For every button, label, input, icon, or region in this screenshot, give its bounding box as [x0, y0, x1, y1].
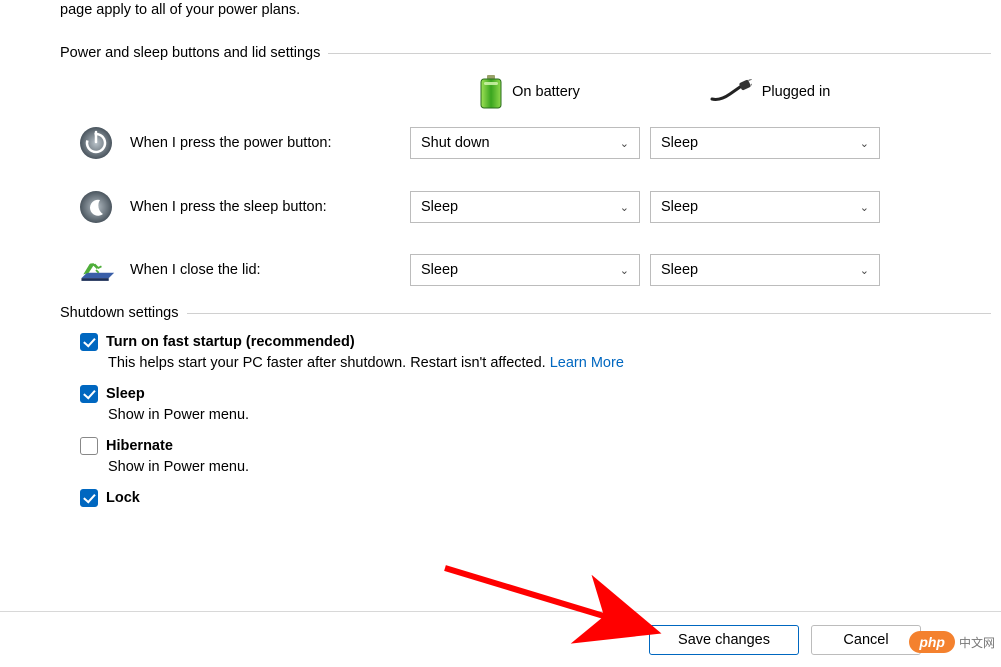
- checkbox-lock[interactable]: [80, 489, 98, 507]
- chevron-down-icon: ⌄: [860, 264, 869, 277]
- sleep-button-icon: [76, 189, 116, 225]
- dropdown-sleep-plugged[interactable]: Sleep ⌄: [650, 191, 880, 223]
- close-lid-icon: [76, 253, 116, 287]
- chevron-down-icon: ⌄: [620, 201, 629, 214]
- checkbox-hibernate[interactable]: [80, 437, 98, 455]
- plug-icon: [710, 79, 752, 105]
- chevron-down-icon: ⌄: [620, 264, 629, 277]
- section-rule: [187, 313, 992, 314]
- item-description: This helps start your PC faster after sh…: [108, 355, 1001, 371]
- section-rule: [328, 53, 991, 54]
- row-label: When I press the sleep button:: [130, 199, 327, 215]
- dropdown-lid-battery[interactable]: Sleep ⌄: [410, 254, 640, 286]
- item-description: Show in Power menu.: [108, 407, 1001, 423]
- watermark-badge: php: [909, 631, 955, 653]
- cancel-button[interactable]: Cancel: [811, 625, 921, 655]
- footer-bar: Save changes Cancel: [0, 611, 1001, 667]
- section-header-buttons-lid: Power and sleep buttons and lid settings: [60, 45, 1001, 61]
- shutdown-item-lock: Lock: [80, 489, 1001, 507]
- shutdown-item-fast-startup: Turn on fast startup (recommended) This …: [80, 333, 1001, 371]
- chevron-down-icon: ⌄: [860, 201, 869, 214]
- checkbox-fast-startup[interactable]: [80, 333, 98, 351]
- column-header-battery: On battery: [410, 75, 650, 109]
- dropdown-value: Sleep: [661, 135, 698, 151]
- row-close-lid: When I close the lid: Sleep ⌄ Sleep ⌄: [60, 253, 1001, 287]
- battery-icon: [480, 75, 502, 109]
- dropdown-value: Sleep: [421, 262, 458, 278]
- dropdown-power-plugged[interactable]: Sleep ⌄: [650, 127, 880, 159]
- checkbox-label: Lock: [106, 490, 140, 506]
- dropdown-lid-plugged[interactable]: Sleep ⌄: [650, 254, 880, 286]
- learn-more-link[interactable]: Learn More: [550, 355, 624, 371]
- checkbox-label: Turn on fast startup (recommended): [106, 334, 355, 350]
- dropdown-value: Sleep: [421, 199, 458, 215]
- dropdown-sleep-battery[interactable]: Sleep ⌄: [410, 191, 640, 223]
- dropdown-value: Sleep: [661, 199, 698, 215]
- intro-text: page apply to all of your power plans.: [60, 0, 1001, 21]
- dropdown-value: Shut down: [421, 135, 490, 151]
- power-button-icon: [76, 125, 116, 161]
- chevron-down-icon: ⌄: [860, 137, 869, 150]
- shutdown-item-hibernate: Hibernate Show in Power menu.: [80, 437, 1001, 475]
- section-header-shutdown: Shutdown settings: [60, 305, 1001, 321]
- column-header-plugged: Plugged in: [650, 79, 890, 105]
- watermark-text: 中文网: [959, 634, 995, 651]
- checkbox-sleep[interactable]: [80, 385, 98, 403]
- column-headers: On battery Plugged in: [60, 75, 1001, 109]
- checkbox-label: Sleep: [106, 386, 145, 402]
- shutdown-item-sleep: Sleep Show in Power menu.: [80, 385, 1001, 423]
- item-description: Show in Power menu.: [108, 459, 1001, 475]
- dropdown-power-battery[interactable]: Shut down ⌄: [410, 127, 640, 159]
- section-label: Power and sleep buttons and lid settings: [60, 45, 328, 61]
- row-sleep-button: When I press the sleep button: Sleep ⌄ S…: [60, 189, 1001, 225]
- column-label-battery: On battery: [512, 84, 580, 100]
- row-label: When I close the lid:: [130, 262, 261, 278]
- watermark: php 中文网: [909, 631, 995, 653]
- column-label-plugged: Plugged in: [762, 84, 831, 100]
- section-label: Shutdown settings: [60, 305, 187, 321]
- save-changes-button[interactable]: Save changes: [649, 625, 799, 655]
- row-label: When I press the power button:: [130, 135, 332, 151]
- row-power-button: When I press the power button: Shut down…: [60, 125, 1001, 161]
- checkbox-label: Hibernate: [106, 438, 173, 454]
- chevron-down-icon: ⌄: [620, 137, 629, 150]
- dropdown-value: Sleep: [661, 262, 698, 278]
